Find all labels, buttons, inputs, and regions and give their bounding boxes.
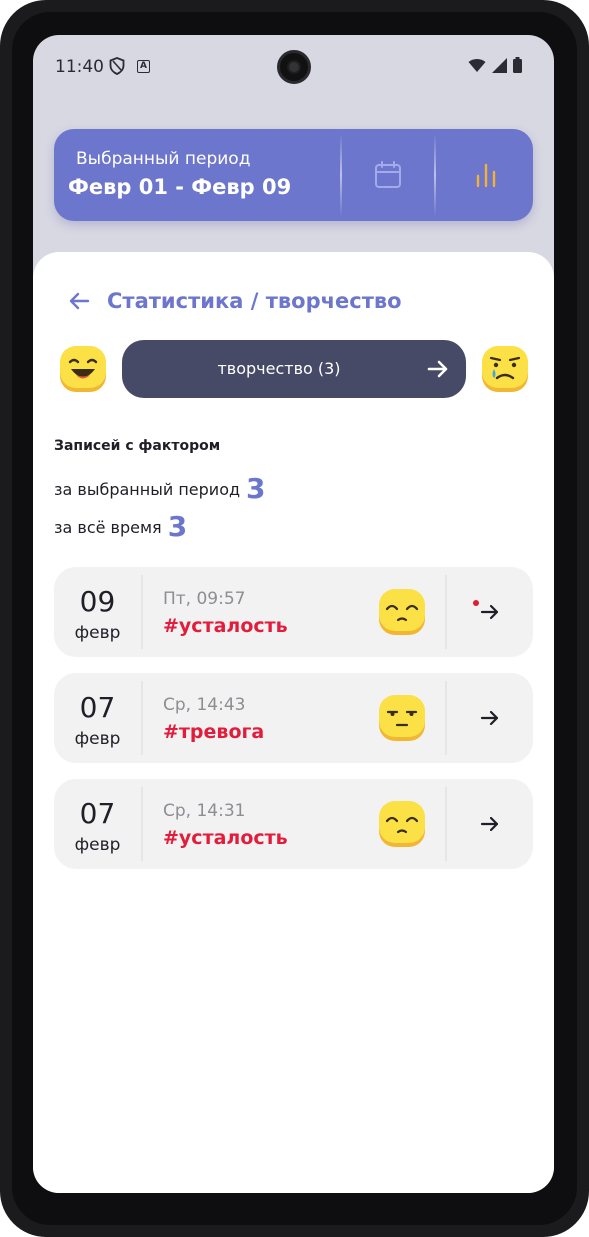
entry-tag: #усталость bbox=[163, 827, 288, 849]
neutral-face-icon bbox=[379, 695, 425, 741]
entry-month: февр bbox=[74, 623, 121, 643]
entry-day: 09 bbox=[79, 585, 116, 618]
open-entry-button[interactable] bbox=[447, 567, 533, 657]
entry-tag: #усталость bbox=[163, 615, 288, 637]
battery-icon bbox=[513, 57, 522, 73]
status-bar: 11:40 A bbox=[33, 35, 554, 99]
stat-period-count: 3 bbox=[246, 472, 266, 505]
entry-day: 07 bbox=[79, 797, 116, 830]
arrow-right-icon bbox=[480, 604, 499, 620]
stat-all-time: за всё время 3 bbox=[54, 510, 187, 543]
entry-day: 07 bbox=[79, 691, 116, 724]
entry-date: 07 февр bbox=[54, 779, 141, 869]
entry-month: февр bbox=[74, 835, 121, 855]
arrow-right-icon bbox=[480, 710, 499, 726]
list-item[interactable]: 07 февр Ср, 14:43 #тревога bbox=[54, 673, 533, 763]
entry-time: Ср, 14:31 bbox=[163, 801, 246, 821]
stat-all-time-count: 3 bbox=[167, 510, 188, 543]
entry-month: февр bbox=[74, 729, 121, 749]
list-item[interactable]: 07 февр Ср, 14:31 #усталость bbox=[54, 779, 533, 869]
entry-divider bbox=[141, 787, 143, 861]
page-title: Статистика / творчество bbox=[107, 289, 402, 313]
entry-time: Ср, 14:43 bbox=[163, 695, 246, 715]
arrow-right-icon bbox=[427, 360, 448, 378]
factor-label: творчество (3) bbox=[217, 359, 341, 378]
factor-stats: Записей с фактором за выбранный период 3 … bbox=[54, 438, 266, 543]
happy-face-icon[interactable] bbox=[59, 345, 107, 393]
list-item[interactable]: 09 февр Пт, 09:57 #усталость bbox=[54, 567, 533, 657]
app-screen: 11:40 A Выбранный период Февр 01 - Февр … bbox=[33, 35, 554, 1193]
calendar-icon bbox=[375, 161, 401, 188]
keyboard-badge-icon: A bbox=[137, 60, 150, 73]
factor-row: творчество (3) bbox=[33, 340, 554, 398]
unread-dot bbox=[473, 600, 479, 606]
shield-icon bbox=[109, 57, 125, 75]
stat-period: за выбранный период 3 bbox=[54, 472, 266, 505]
period-label: Выбранный период bbox=[76, 149, 251, 169]
statistics-sheet: Статистика / творчество творчество (3) З… bbox=[33, 252, 554, 1193]
entry-date: 09 февр bbox=[54, 567, 141, 657]
front-camera bbox=[277, 50, 311, 84]
sad-face-icon bbox=[379, 801, 425, 847]
entry-tag: #тревога bbox=[163, 721, 265, 743]
stat-period-label: за выбранный период bbox=[54, 480, 241, 499]
selected-period-card[interactable]: Выбранный период Февр 01 - Февр 09 bbox=[54, 129, 533, 221]
back-arrow-icon[interactable] bbox=[67, 289, 91, 313]
calendar-button[interactable] bbox=[342, 129, 434, 221]
entry-divider bbox=[141, 575, 143, 649]
open-entry-button[interactable] bbox=[447, 779, 533, 869]
page-header: Статистика / творчество bbox=[67, 286, 402, 316]
entry-time: Пт, 09:57 bbox=[163, 589, 246, 609]
status-icons bbox=[468, 57, 522, 73]
open-entry-button[interactable] bbox=[447, 673, 533, 763]
period-range: Февр 01 - Февр 09 bbox=[68, 175, 292, 199]
sad-face-icon bbox=[379, 589, 425, 635]
crying-face-icon[interactable] bbox=[481, 345, 529, 393]
stats-heading: Записей с фактором bbox=[54, 438, 221, 454]
signal-icon bbox=[492, 57, 507, 73]
period-divider bbox=[434, 133, 436, 217]
factor-selector-button[interactable]: творчество (3) bbox=[122, 340, 466, 398]
bar-chart-icon bbox=[476, 163, 496, 188]
status-time: 11:40 bbox=[55, 57, 104, 77]
stat-all-time-label: за всё время bbox=[54, 518, 162, 537]
arrow-right-icon bbox=[480, 816, 499, 832]
wifi-icon bbox=[468, 58, 486, 72]
statistics-button[interactable] bbox=[440, 129, 532, 221]
entry-divider bbox=[141, 681, 143, 755]
entry-date: 07 февр bbox=[54, 673, 141, 763]
